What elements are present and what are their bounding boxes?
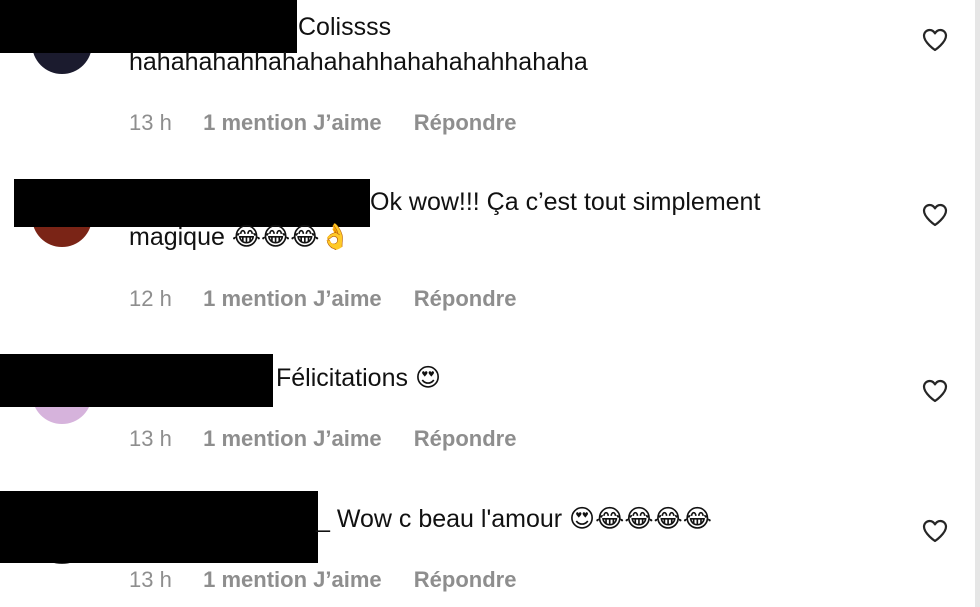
likes-count[interactable]: 1 mention J’aime [203, 110, 382, 136]
like-heart-icon[interactable] [922, 28, 948, 52]
comment-time[interactable]: 13 h [129, 567, 197, 593]
likes-count[interactable]: 1 mention J’aime [203, 286, 382, 312]
reply-button[interactable]: Répondre [414, 426, 517, 452]
comment-time[interactable]: 13 h [129, 426, 197, 452]
comment-meta: 13 h 1 mention J’aime Répondre [129, 426, 516, 452]
comment-item: _ Wow c beau l'amour 😍😂😂😂😂 13 h 1 mentio… [0, 488, 975, 607]
comment-text: _ Wow c beau l'amour 😍😂😂😂😂 [129, 502, 712, 537]
comment-line: _ Wow c beau l'amour 😍😂😂😂😂 [316, 505, 712, 533]
comment-meta: 12 h 1 mention J’aime Répondre [129, 286, 516, 312]
comment-item: Ok wow!!! Ça c’est tout simplement magiq… [0, 175, 975, 325]
comment-line: hahahahahhahahahahhahahahahhahaha [129, 48, 588, 76]
comment-meta: 13 h 1 mention J’aime Répondre [129, 110, 516, 136]
comment-line: Félicitations 😍 [276, 364, 442, 392]
comment-meta: 13 h 1 mention J’aime Répondre [129, 567, 516, 593]
comment-item: Félicitations 😍 13 h 1 mention J’aime Ré… [0, 350, 975, 470]
comment-text: Félicitations 😍 [129, 361, 441, 396]
comment-line: Ok wow!!! Ça c’est tout simplement [370, 188, 761, 216]
like-heart-icon[interactable] [922, 203, 948, 227]
likes-count[interactable]: 1 mention J’aime [203, 567, 382, 593]
comment-text: Ok wow!!! Ça c’est tout simplement magiq… [129, 185, 760, 255]
likes-count[interactable]: 1 mention J’aime [203, 426, 382, 452]
like-heart-icon[interactable] [922, 379, 948, 403]
reply-button[interactable]: Répondre [414, 567, 517, 593]
comment-text: Colissss hahahahahhahahahahhahahahahhaha… [129, 10, 588, 80]
reply-button[interactable]: Répondre [414, 110, 517, 136]
comment-time[interactable]: 12 h [129, 286, 197, 312]
comment-item: Colissss hahahahahhahahahahhahahahahhaha… [0, 0, 975, 150]
scrollbar[interactable] [975, 0, 980, 607]
reply-button[interactable]: Répondre [414, 286, 517, 312]
comment-line: magique 😂😂😂👌 [129, 223, 351, 251]
comment-time[interactable]: 13 h [129, 110, 197, 136]
like-heart-icon[interactable] [922, 519, 948, 543]
comment-line: Colissss [298, 13, 392, 41]
